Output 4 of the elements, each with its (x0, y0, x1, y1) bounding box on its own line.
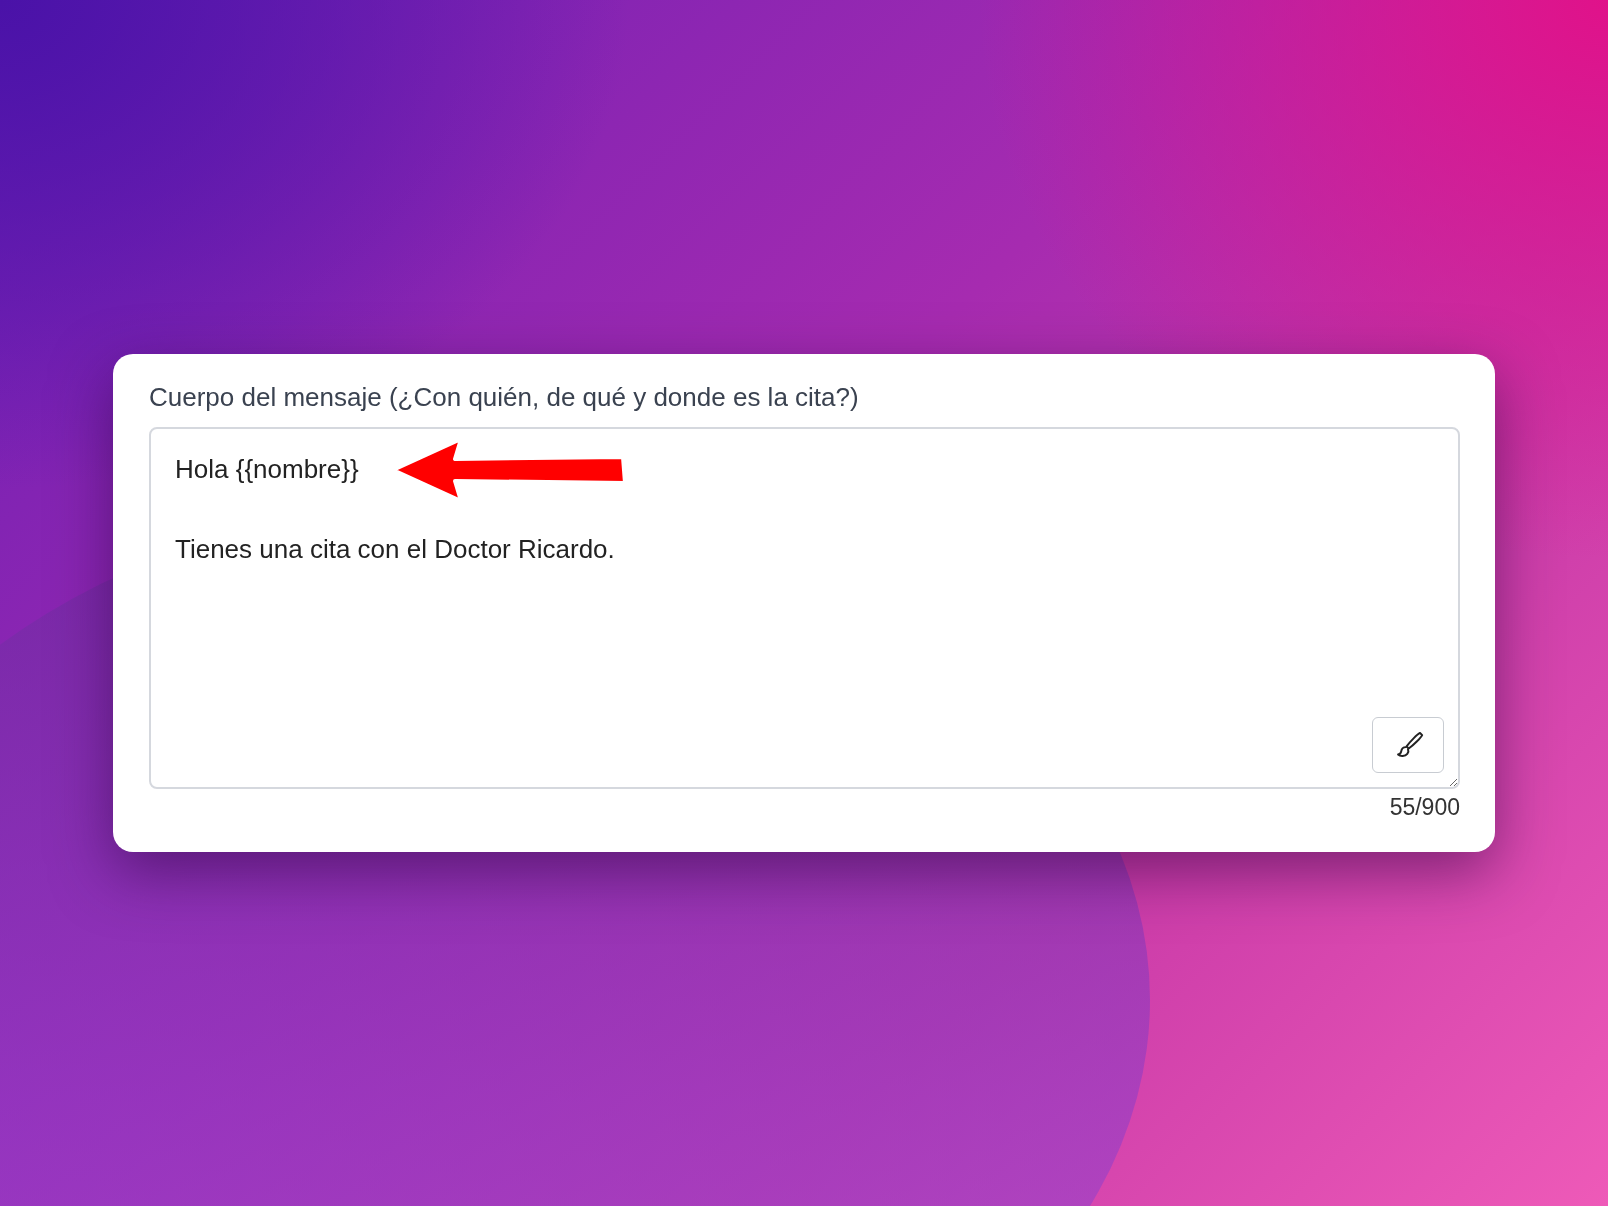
format-button[interactable] (1372, 717, 1444, 773)
message-text-area[interactable]: Hola {{nombre}} Tienes una cita con el Doctor Ricardo. (149, 427, 1460, 789)
field-label: Cuerpo del mensaje (¿Con quién, de qué y donde es la cita?) (149, 382, 860, 413)
character-counter: 55/900 (1388, 794, 1460, 821)
